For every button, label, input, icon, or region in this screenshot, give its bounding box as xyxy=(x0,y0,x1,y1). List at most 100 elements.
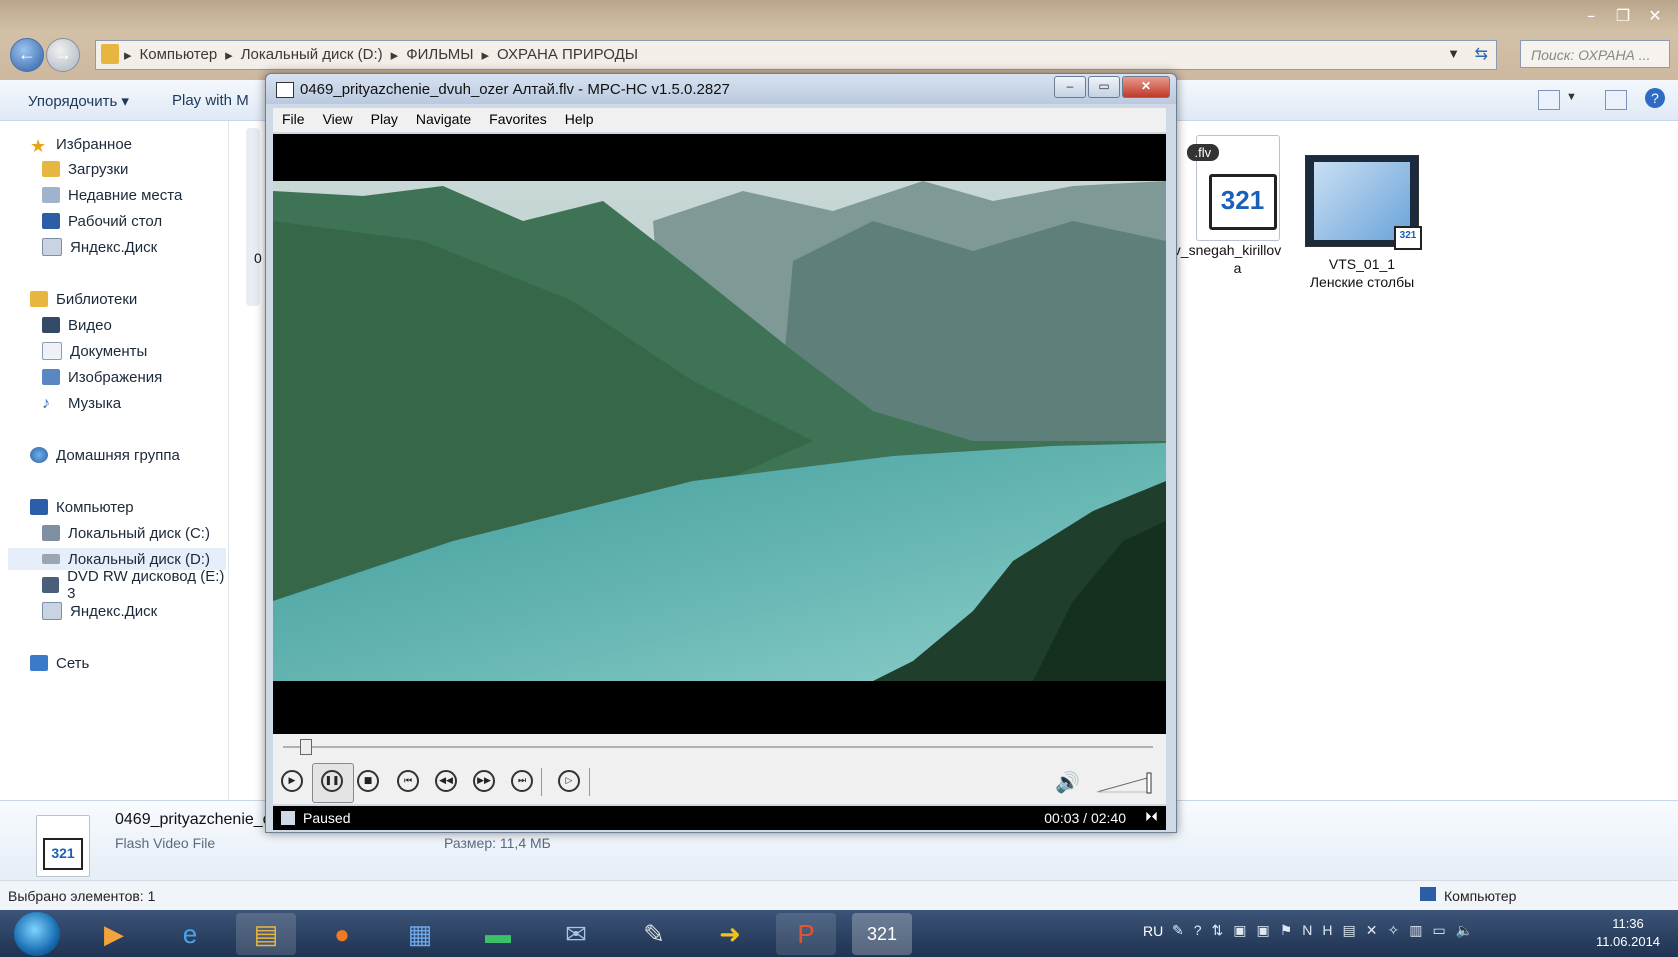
tray-icon[interactable]: ▣ xyxy=(1233,922,1246,939)
video-area[interactable] xyxy=(273,134,1166,734)
rewind-button[interactable]: ◀◀ xyxy=(435,770,457,792)
sidebar-network[interactable]: Сеть xyxy=(30,652,89,674)
network-icon xyxy=(30,655,48,671)
sidebar-item-yandex-disk-2[interactable]: Яндекс.Диск xyxy=(42,600,157,622)
menu-navigate[interactable]: Navigate xyxy=(407,108,480,132)
selection-count: Выбрано элементов: 1 xyxy=(8,888,156,904)
internet-explorer-icon[interactable]: e xyxy=(160,913,220,955)
chevron-down-icon[interactable]: ▼ xyxy=(1566,91,1577,103)
clock[interactable]: 11:36 11.06.2014 xyxy=(1588,915,1668,951)
volume-tray-icon[interactable]: 🔈 xyxy=(1456,922,1473,939)
minimize-button[interactable]: – xyxy=(1576,6,1606,28)
firefox-icon[interactable]: ● xyxy=(312,913,372,955)
frame-step-button[interactable]: ▷ xyxy=(558,770,580,792)
onenote-icon[interactable]: N xyxy=(1302,922,1312,939)
fast-forward-button[interactable]: ▶▶ xyxy=(473,770,495,792)
sidebar-label: Изображения xyxy=(68,368,163,386)
sidebar-item-yandex-disk[interactable]: Яндекс.Диск xyxy=(42,236,157,258)
sidebar-item-documents[interactable]: Документы xyxy=(42,340,147,362)
audio-mute-icon[interactable]: ⏵⏴ xyxy=(1145,809,1158,825)
view-options-icon[interactable] xyxy=(1538,90,1560,110)
document-app-icon[interactable]: ▦ xyxy=(390,913,450,955)
help-icon[interactable]: ? xyxy=(1645,88,1665,108)
tray-icon[interactable]: ▣ xyxy=(1257,922,1270,939)
sidebar-libraries[interactable]: Библиотеки xyxy=(30,288,137,310)
sidebar-item-images[interactable]: Изображения xyxy=(42,366,162,388)
graduate-app-icon[interactable]: ✎ xyxy=(624,913,684,955)
menu-help[interactable]: Help xyxy=(556,108,603,132)
sidebar-item-dvd[interactable]: DVD RW дисковод (E:) 3 xyxy=(42,568,228,602)
menu-view[interactable]: View xyxy=(314,108,362,132)
organize-button[interactable]: Упорядочить ▾ xyxy=(28,92,129,110)
sidebar-favorites[interactable]: ★ Избранное xyxy=(30,133,133,157)
seek-bar[interactable] xyxy=(273,734,1166,760)
sidebar-item-recent[interactable]: Недавние места xyxy=(42,184,182,206)
computer-icon xyxy=(1420,887,1436,901)
sidebar-label: Избранное xyxy=(56,135,133,153)
close-button[interactable]: ✕ xyxy=(1122,76,1170,98)
sidebar-computer[interactable]: Компьютер xyxy=(30,496,134,518)
refresh-icon[interactable]: ⇆ xyxy=(1475,44,1488,64)
tray-icon[interactable]: ✕ xyxy=(1366,922,1378,939)
sidebar-homegroup[interactable]: Домашняя группа xyxy=(30,444,180,466)
pause-button[interactable]: ❚❚ xyxy=(321,770,343,792)
file-item[interactable]: .flv 321 v_snegah_kirillov a xyxy=(1174,135,1290,277)
media-player-taskbar-icon[interactable]: ▶ xyxy=(84,913,144,955)
menu-favorites[interactable]: Favorites xyxy=(480,108,556,132)
partial-file-icon[interactable] xyxy=(246,128,260,306)
arrow-app-icon[interactable]: ➜ xyxy=(700,913,760,955)
volume-icon[interactable]: 🔊 xyxy=(1055,770,1080,795)
tray-icon[interactable]: ✎ xyxy=(1172,922,1184,939)
play-button[interactable]: ▶ xyxy=(281,770,303,792)
sidebar-item-music[interactable]: ♪ Музыка xyxy=(42,392,121,414)
mpc-file-icon: .flv 321 xyxy=(1186,135,1280,241)
help-tray-icon[interactable]: ? xyxy=(1194,922,1202,939)
tray-icon[interactable]: H xyxy=(1322,922,1332,939)
breadcrumb-item[interactable]: ОХРАНА ПРИРОДЫ xyxy=(497,46,638,64)
action-center-icon[interactable]: ▭ xyxy=(1432,922,1445,939)
forward-button[interactable]: → xyxy=(46,38,80,72)
volume-slider[interactable] xyxy=(1095,772,1155,794)
utility-app-icon[interactable]: ✉ xyxy=(546,913,606,955)
preview-pane-icon[interactable] xyxy=(1605,90,1627,110)
tray-icon[interactable]: ▤ xyxy=(1343,922,1356,939)
dropdown-icon[interactable]: ▼ xyxy=(1447,46,1460,61)
sidebar-item-downloads[interactable]: Загрузки xyxy=(42,158,128,180)
breadcrumb-item[interactable]: Локальный диск (D:) xyxy=(241,46,383,64)
menu-file[interactable]: File xyxy=(273,108,314,132)
close-button[interactable]: ✕ xyxy=(1640,6,1670,28)
maximize-button[interactable]: ❐ xyxy=(1608,6,1638,28)
maximize-button[interactable]: ▭ xyxy=(1088,76,1120,98)
minimize-button[interactable]: – xyxy=(1054,76,1086,98)
seek-thumb[interactable] xyxy=(299,739,312,755)
powerpoint-icon[interactable]: P xyxy=(776,913,836,955)
start-button[interactable] xyxy=(14,912,60,956)
next-button[interactable]: ⏭ xyxy=(511,770,533,792)
back-button[interactable]: ← xyxy=(10,38,44,72)
stop-button[interactable]: ■ xyxy=(357,770,379,792)
mpc-taskbar-icon[interactable]: 321 xyxy=(852,913,912,955)
address-bar[interactable]: ▸ Компьютер ▸ Локальный диск (D:) ▸ ФИЛЬ… xyxy=(95,40,1497,70)
tray-icon[interactable]: ✧ xyxy=(1388,922,1400,939)
chat-app-icon[interactable]: ▬ xyxy=(468,913,528,955)
file-name: v_snegah_kirillov xyxy=(1173,242,1282,258)
system-tray: ✎ ? ⇅ ▣ ▣ ⚑ N H ▤ ✕ ✧ ▥ ▭ 🔈 xyxy=(1172,922,1473,939)
sidebar-item-desktop[interactable]: Рабочий стол xyxy=(42,210,162,232)
tray-icon[interactable]: ⇅ xyxy=(1212,922,1224,939)
search-input[interactable]: Поиск: ОХРАНА ... xyxy=(1520,40,1670,68)
language-indicator[interactable]: RU xyxy=(1143,923,1163,939)
menu-play[interactable]: Play xyxy=(362,108,407,132)
explorer-taskbar-icon[interactable]: ▤ xyxy=(236,913,296,955)
breadcrumb-item[interactable]: ФИЛЬМЫ xyxy=(406,46,473,64)
sidebar-item-drive-d[interactable]: Локальный диск (D:) xyxy=(8,548,226,570)
flag-icon[interactable]: ⚑ xyxy=(1280,922,1293,939)
breadcrumb-item[interactable]: Компьютер xyxy=(140,46,218,64)
previous-button[interactable]: ⏮ xyxy=(397,770,419,792)
app-icon xyxy=(276,82,294,98)
sidebar-item-drive-c[interactable]: Локальный диск (C:) xyxy=(42,522,210,544)
network-tray-icon[interactable]: ▥ xyxy=(1409,922,1422,939)
player-titlebar[interactable]: 0469_prityazchenie_dvuh_ozer Алтай.flv -… xyxy=(266,74,1176,104)
sidebar-item-video[interactable]: Видео xyxy=(42,314,112,336)
play-with-button[interactable]: Play with M xyxy=(172,92,249,109)
file-item[interactable]: 321 VTS_01_1 Ленские столбы xyxy=(1302,155,1422,291)
